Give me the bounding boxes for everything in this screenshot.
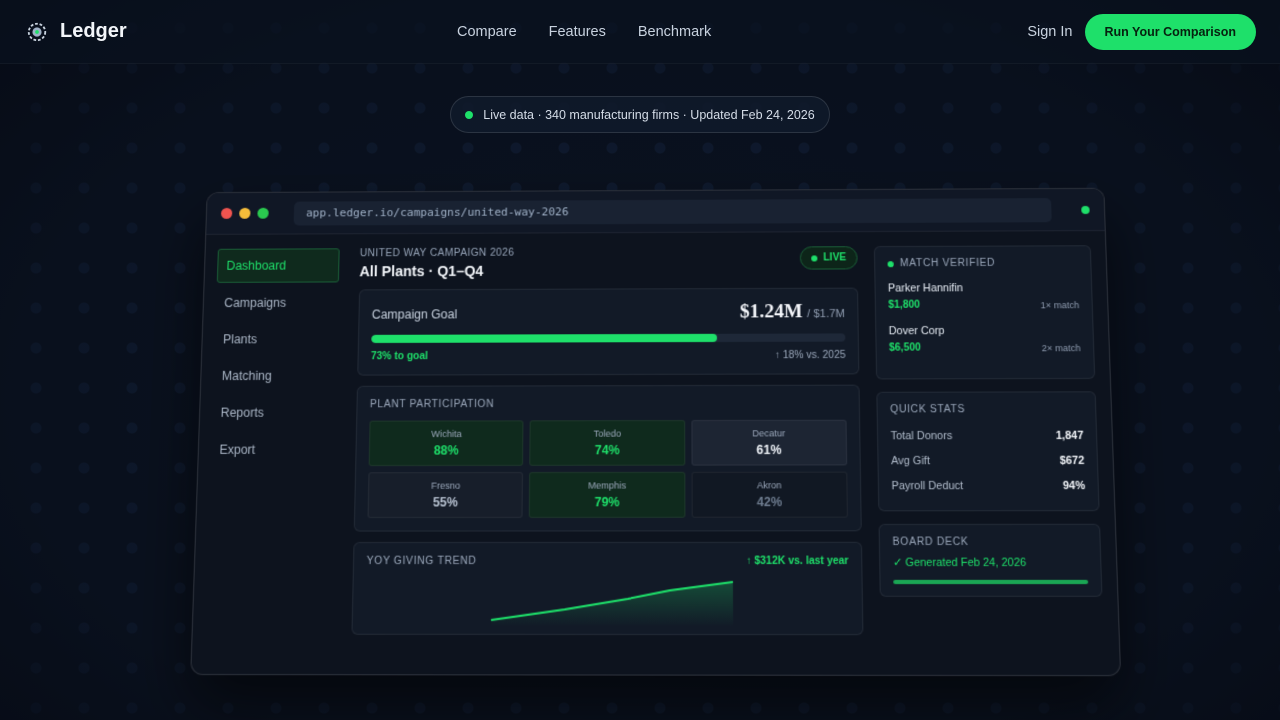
stat-row: Total Donors 1,847 bbox=[890, 423, 1083, 448]
close-window-icon[interactable] bbox=[221, 208, 232, 219]
sign-in-link[interactable]: Sign In bbox=[1027, 24, 1072, 40]
plant-value: 42% bbox=[697, 495, 843, 510]
plant-value: 61% bbox=[696, 443, 841, 458]
connection-status-icon bbox=[1081, 205, 1090, 213]
plant-participation-card: PLANT PARTICIPATION Wichita 88% Toledo 74%… bbox=[354, 385, 862, 532]
sidebar-item-plants[interactable]: Plants bbox=[214, 323, 338, 356]
match-item: Parker Hannifin $1,800 1× match bbox=[888, 275, 1080, 318]
plant-tile[interactable]: Toledo 74% bbox=[530, 420, 685, 466]
goal-amount: $1.24M bbox=[740, 301, 803, 323]
board-deck-status: ✓ Generated Feb 24, 2026 bbox=[893, 557, 1088, 570]
plant-name: Decatur bbox=[696, 428, 841, 439]
live-data-text: Live data · 340 manufacturing firms · Up… bbox=[483, 108, 814, 122]
board-deck-card[interactable]: BOARD DECK ✓ Generated Feb 24, 2026 bbox=[879, 524, 1103, 597]
stat-label: Avg Gift bbox=[891, 455, 930, 468]
stat-value: 94% bbox=[1063, 480, 1086, 493]
yoy-trend-card: YOY GIVING TREND ↑ $312K vs. last year bbox=[351, 542, 863, 635]
nav-actions: Sign In Run Your Comparison bbox=[1027, 14, 1256, 50]
brand[interactable]: Ledger bbox=[26, 20, 127, 43]
plant-tile[interactable]: Decatur 61% bbox=[691, 420, 847, 466]
nav-link-benchmark[interactable]: Benchmark bbox=[638, 24, 711, 40]
sidebar: Dashboard Campaigns Plants Matching Repo… bbox=[191, 234, 352, 676]
plant-tile[interactable]: Akron 42% bbox=[691, 472, 848, 518]
sidebar-item-export[interactable]: Export bbox=[211, 433, 336, 466]
dashboard-preview: app.ledger.io/campaigns/united-way-2026 … bbox=[193, 180, 1113, 682]
quick-stats-label: QUICK STATS bbox=[890, 404, 1083, 416]
match-verified-card: MATCH VERIFIED Parker Hannifin $1,800 1× … bbox=[874, 245, 1095, 379]
app-body: Dashboard Campaigns Plants Matching Repo… bbox=[191, 231, 1120, 676]
plant-name: Memphis bbox=[535, 480, 680, 491]
campaign-goal-card: Campaign Goal $1.24M / $1.7M 73% to goal… bbox=[357, 288, 859, 376]
plant-value: 55% bbox=[373, 495, 518, 510]
match-multiplier: 2× match bbox=[1042, 343, 1081, 353]
plant-value: 88% bbox=[374, 443, 518, 458]
run-comparison-button[interactable]: Run Your Comparison bbox=[1085, 14, 1257, 50]
plant-name: Fresno bbox=[373, 480, 518, 491]
live-status-dot-icon bbox=[465, 111, 473, 119]
goal-percent: 73% to goal bbox=[371, 351, 428, 362]
live-data-banner: Live data · 340 manufacturing firms · Up… bbox=[450, 96, 830, 133]
main-panel: UNITED WAY CAMPAIGN 2026 All Plants · Q1… bbox=[342, 232, 870, 676]
match-list[interactable]: Parker Hannifin $1,800 1× match Dover Cor… bbox=[888, 275, 1081, 367]
stat-value: $672 bbox=[1060, 455, 1085, 468]
plant-value: 79% bbox=[534, 495, 679, 510]
plant-value: 74% bbox=[535, 443, 680, 458]
match-item: Dover Corp $6,500 2× match bbox=[889, 317, 1081, 361]
stat-label: Payroll Deduct bbox=[891, 480, 963, 493]
ledger-logo-icon bbox=[26, 21, 48, 43]
goal-progress-fill bbox=[371, 334, 717, 343]
plant-name: Akron bbox=[696, 480, 842, 491]
yoy-trend-label: YOY GIVING TREND bbox=[366, 556, 476, 568]
board-deck-label: BOARD DECK bbox=[892, 536, 1087, 548]
goal-label: Campaign Goal bbox=[372, 307, 458, 321]
yoy-trend-delta: ↑ $312K vs. last year bbox=[746, 556, 849, 578]
match-amount: $1,800 bbox=[888, 299, 963, 310]
stat-row: Avg Gift $672 bbox=[891, 448, 1085, 473]
match-company: Dover Corp bbox=[889, 325, 945, 337]
campaign-header: UNITED WAY CAMPAIGN 2026 All Plants · Q1… bbox=[359, 246, 858, 279]
plant-name: Toledo bbox=[535, 428, 680, 439]
sidebar-item-matching[interactable]: Matching bbox=[213, 359, 337, 392]
goal-total: / $1.7M bbox=[807, 308, 845, 320]
match-verified-label: MATCH VERIFIED bbox=[900, 258, 995, 269]
sidebar-item-dashboard[interactable]: Dashboard bbox=[217, 248, 340, 283]
live-badge-label: LIVE bbox=[823, 252, 846, 263]
yoy-trend-sparkline bbox=[365, 578, 866, 629]
address-bar[interactable]: app.ledger.io/campaigns/united-way-2026 bbox=[294, 198, 1052, 225]
nav-link-compare[interactable]: Compare bbox=[457, 24, 517, 40]
goal-progress-track bbox=[371, 333, 845, 343]
minimize-window-icon[interactable] bbox=[239, 208, 250, 219]
top-nav: Ledger Compare Features Benchmark Sign I… bbox=[0, 0, 1280, 64]
quick-stats-card: QUICK STATS Total Donors 1,847 Avg Gift $6… bbox=[876, 391, 1099, 511]
goal-delta: ↑ 18% vs. 2025 bbox=[775, 350, 846, 361]
sidebar-item-campaigns[interactable]: Campaigns bbox=[216, 286, 339, 319]
board-deck-progress bbox=[893, 580, 1088, 584]
plant-name: Wichita bbox=[374, 429, 518, 440]
match-company: Parker Hannifin bbox=[888, 282, 963, 294]
live-badge: LIVE bbox=[800, 246, 858, 269]
plant-grid: Wichita 88% Toledo 74% Decatur 61% Fresno 55… bbox=[368, 420, 848, 518]
campaign-title: All Plants · Q1–Q4 bbox=[359, 263, 514, 280]
nav-link-features[interactable]: Features bbox=[549, 24, 606, 40]
stat-row: Payroll Deduct 94% bbox=[891, 473, 1085, 498]
stat-value: 1,847 bbox=[1056, 430, 1084, 443]
plant-tile[interactable]: Memphis 79% bbox=[529, 472, 685, 518]
plant-tile[interactable]: Fresno 55% bbox=[368, 472, 524, 518]
browser-titlebar: app.ledger.io/campaigns/united-way-2026 bbox=[206, 189, 1105, 235]
maximize-window-icon[interactable] bbox=[257, 208, 268, 219]
live-dot-icon bbox=[811, 255, 817, 261]
plant-tile[interactable]: Wichita 88% bbox=[369, 420, 524, 466]
plant-participation-label: PLANT PARTICIPATION bbox=[370, 398, 847, 410]
nav-links: Compare Features Benchmark bbox=[457, 24, 711, 40]
sidebar-item-reports[interactable]: Reports bbox=[212, 396, 336, 429]
brand-name: Ledger bbox=[60, 20, 127, 43]
browser-window: app.ledger.io/campaigns/united-way-2026 … bbox=[190, 188, 1121, 676]
stat-label: Total Donors bbox=[891, 430, 953, 443]
right-panel: MATCH VERIFIED Parker Hannifin $1,800 1× … bbox=[863, 231, 1105, 676]
match-dot-icon bbox=[888, 261, 894, 267]
match-amount: $6,500 bbox=[889, 342, 945, 353]
campaign-eyebrow: UNITED WAY CAMPAIGN 2026 bbox=[360, 248, 515, 260]
match-multiplier: 1× match bbox=[1040, 300, 1079, 310]
